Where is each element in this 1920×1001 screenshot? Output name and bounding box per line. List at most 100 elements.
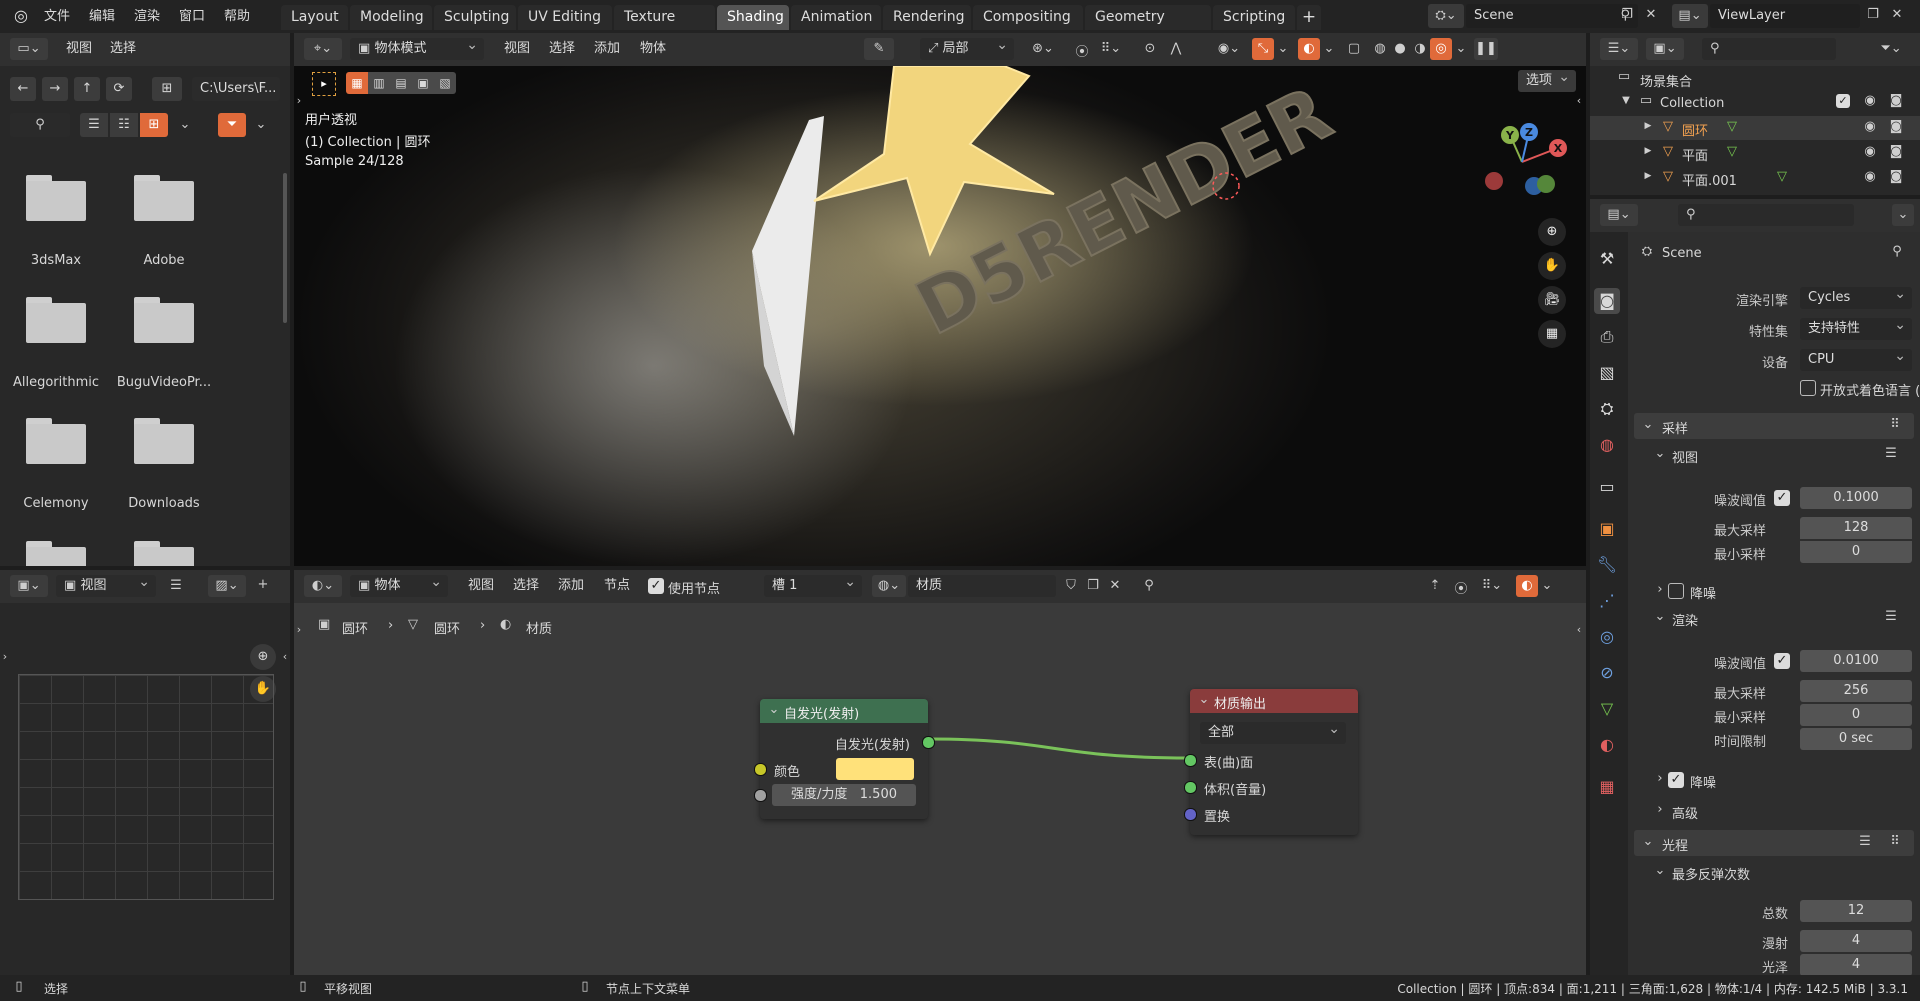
gizmo-menu-icon[interactable]: ⌄	[1276, 41, 1290, 56]
uv-grid[interactable]	[18, 674, 274, 900]
material-properties-icon[interactable]: ◐	[1594, 732, 1620, 758]
expand-arrow-icon[interactable]: ▼	[1620, 95, 1632, 106]
eye-icon[interactable]: ◉	[1862, 119, 1878, 134]
filter-search-input[interactable]: ⚲	[10, 113, 70, 137]
menu-render[interactable]: 渲染	[134, 2, 160, 32]
collection-properties-icon[interactable]: ▭	[1594, 474, 1620, 500]
modifier-properties-icon[interactable]: 🔧︎	[1594, 552, 1620, 578]
pan-button[interactable]: ✋	[1538, 252, 1566, 280]
overlay-menu-icon[interactable]: ⌄	[1540, 578, 1554, 593]
world-properties-icon[interactable]: ◍	[1594, 432, 1620, 458]
object-mode-dropdown[interactable]: ▣ 物体模式	[350, 34, 484, 60]
outliner-row-plane-001[interactable]: ▶ ▽ 平面.001 ▽ ◉ ◙	[1590, 166, 1920, 190]
select-mode-intersect-button[interactable]: ▧	[434, 72, 456, 94]
fake-user-icon[interactable]: ⛉	[1062, 578, 1080, 593]
editor-type-button[interactable]: ⌖⌄	[304, 38, 342, 60]
camera-icon[interactable]: ◙	[1888, 144, 1904, 159]
material-name-field[interactable]: 材质	[908, 575, 1056, 597]
vp-noise-threshold-checkbox[interactable]: ✓	[1774, 490, 1790, 506]
add-workspace-button[interactable]: +	[1297, 5, 1321, 30]
options-dropdown[interactable]: 选项	[1518, 66, 1576, 92]
max-bounces-subpanel-header[interactable]: ⌄ 最多反弹次数	[1648, 861, 1914, 883]
menu-edit[interactable]: 编辑	[89, 2, 115, 32]
select-mode-extend-button[interactable]: ▥	[368, 72, 390, 94]
r-noise-threshold-field[interactable]: 0.0100	[1800, 650, 1912, 672]
collapse-icon[interactable]: ⌄	[1198, 692, 1210, 707]
output-properties-icon[interactable]: ⎙	[1594, 324, 1620, 350]
ne-menu-add[interactable]: 添加	[558, 571, 584, 601]
r-denoise-subpanel[interactable]: › ✓ 降噪	[1648, 769, 1914, 791]
menu-help[interactable]: 帮助	[224, 2, 250, 32]
tab-shading[interactable]: Shading	[717, 5, 789, 30]
collapse-icon[interactable]: ⌄	[768, 702, 780, 717]
drag-handle-icon[interactable]: ⠿	[1886, 834, 1904, 849]
tab-compositing[interactable]: Compositing	[973, 5, 1083, 30]
scene-collection-label[interactable]: 场景集合	[1640, 71, 1692, 90]
chevron-down-icon[interactable]: ⌄	[176, 117, 194, 132]
advanced-subpanel[interactable]: › 高级	[1648, 800, 1914, 822]
pin-icon[interactable]: ⚲	[1140, 578, 1158, 593]
tab-modeling[interactable]: Modeling	[350, 5, 432, 30]
vp-menu-view[interactable]: 视图	[504, 34, 530, 64]
collection-exclude-checkbox[interactable]: ✓	[1836, 94, 1850, 108]
image-browse-button[interactable]: ▨⌄	[208, 575, 246, 597]
presets-icon[interactable]: ☰	[1856, 834, 1874, 849]
presets-icon[interactable]: ☰	[1882, 609, 1900, 624]
drag-handle-icon[interactable]: ⠿	[1886, 417, 1904, 432]
toolbar-select-box[interactable]: ▸	[312, 72, 336, 96]
r-max-samples-field[interactable]: 256	[1800, 680, 1912, 702]
transform-orientation-dropdown[interactable]: ⤢ 局部	[920, 34, 1014, 60]
expand-arrow-icon[interactable]: ▶	[1642, 146, 1654, 156]
folder-buguvideo[interactable]: BuguVideoPr...	[114, 297, 214, 397]
color-swatch[interactable]	[836, 758, 914, 780]
editor-type-button[interactable]: ▤⌄	[1600, 204, 1638, 226]
scene-field[interactable]: Scene ⚲	[1466, 4, 1638, 28]
vp-max-samples-field[interactable]: 128	[1800, 517, 1912, 539]
editor-type-button[interactable]: ☰⌄	[1600, 38, 1638, 60]
osl-checkbox[interactable]	[1800, 380, 1816, 396]
camera-icon[interactable]: ◙	[1888, 93, 1904, 108]
vp-min-samples-field[interactable]: 0	[1800, 541, 1912, 563]
constraints-properties-icon[interactable]: ⊘	[1594, 660, 1620, 686]
visibility-icon[interactable]: ◉⌄	[1214, 41, 1244, 56]
data-properties-icon[interactable]: ▽	[1594, 696, 1620, 722]
r-min-samples-field[interactable]: 0	[1800, 704, 1912, 726]
ne-menu-view[interactable]: 视图	[468, 571, 494, 601]
scrollbar[interactable]	[283, 173, 287, 323]
volume-input-socket[interactable]	[1184, 781, 1197, 794]
outliner-search-input[interactable]: ⚲	[1702, 38, 1836, 60]
sampling-panel-header[interactable]: ⌄ 采样 ⠿	[1634, 413, 1914, 439]
material-shading-icon[interactable]: ◑	[1410, 41, 1430, 56]
folder-3dsmax[interactable]: 3dsMax	[10, 175, 102, 275]
nav-back-button[interactable]: ←	[10, 77, 36, 101]
collection-label[interactable]: Collection	[1660, 96, 1724, 111]
gizmo-toggle-button[interactable]: ⤡	[1252, 38, 1274, 60]
select-mode-new-button[interactable]: ▦	[346, 72, 368, 94]
scene-selector-icon[interactable]: ⛭⌄	[1428, 4, 1464, 28]
solid-shading-icon[interactable]: ●	[1390, 41, 1410, 56]
editor-type-button[interactable]: ▭⌄	[10, 38, 48, 60]
tab-layout[interactable]: Layout	[281, 5, 348, 30]
folder-allegorithmic[interactable]: Allegorithmic	[6, 297, 106, 397]
physics-properties-icon[interactable]: ◎	[1594, 624, 1620, 650]
blender-logo-icon[interactable]: ◎	[10, 6, 32, 26]
display-mode-button[interactable]: ▣⌄	[1646, 38, 1684, 60]
select-mode-subtract-button[interactable]: ▤	[390, 72, 412, 94]
filter-button[interactable]: ⏷	[218, 113, 246, 137]
ne-menu-select[interactable]: 选择	[513, 571, 539, 601]
glossy-bounces-field[interactable]: 4	[1800, 954, 1912, 975]
display-list-button[interactable]: ☰	[80, 113, 108, 137]
tab-rendering[interactable]: Rendering	[883, 5, 971, 30]
eye-icon[interactable]: ◉	[1862, 93, 1878, 108]
refresh-button[interactable]: ⟳	[106, 77, 132, 101]
tab-sculpting[interactable]: Sculpting	[434, 5, 516, 30]
sidebar-collapse-icon[interactable]: ‹	[280, 650, 290, 663]
pause-render-button[interactable]: ❚❚	[1474, 38, 1498, 60]
ortho-toggle-button[interactable]: ▦	[1538, 320, 1566, 348]
overlay-menu-icon[interactable]: ⌄	[1322, 41, 1336, 56]
properties-search-input[interactable]: ⚲	[1678, 204, 1854, 226]
fb-menu-view[interactable]: 视图	[66, 34, 92, 64]
menu-icon[interactable]: ☰	[166, 578, 186, 593]
presets-icon[interactable]: ☰	[1882, 446, 1900, 461]
menu-file[interactable]: 文件	[44, 2, 70, 32]
